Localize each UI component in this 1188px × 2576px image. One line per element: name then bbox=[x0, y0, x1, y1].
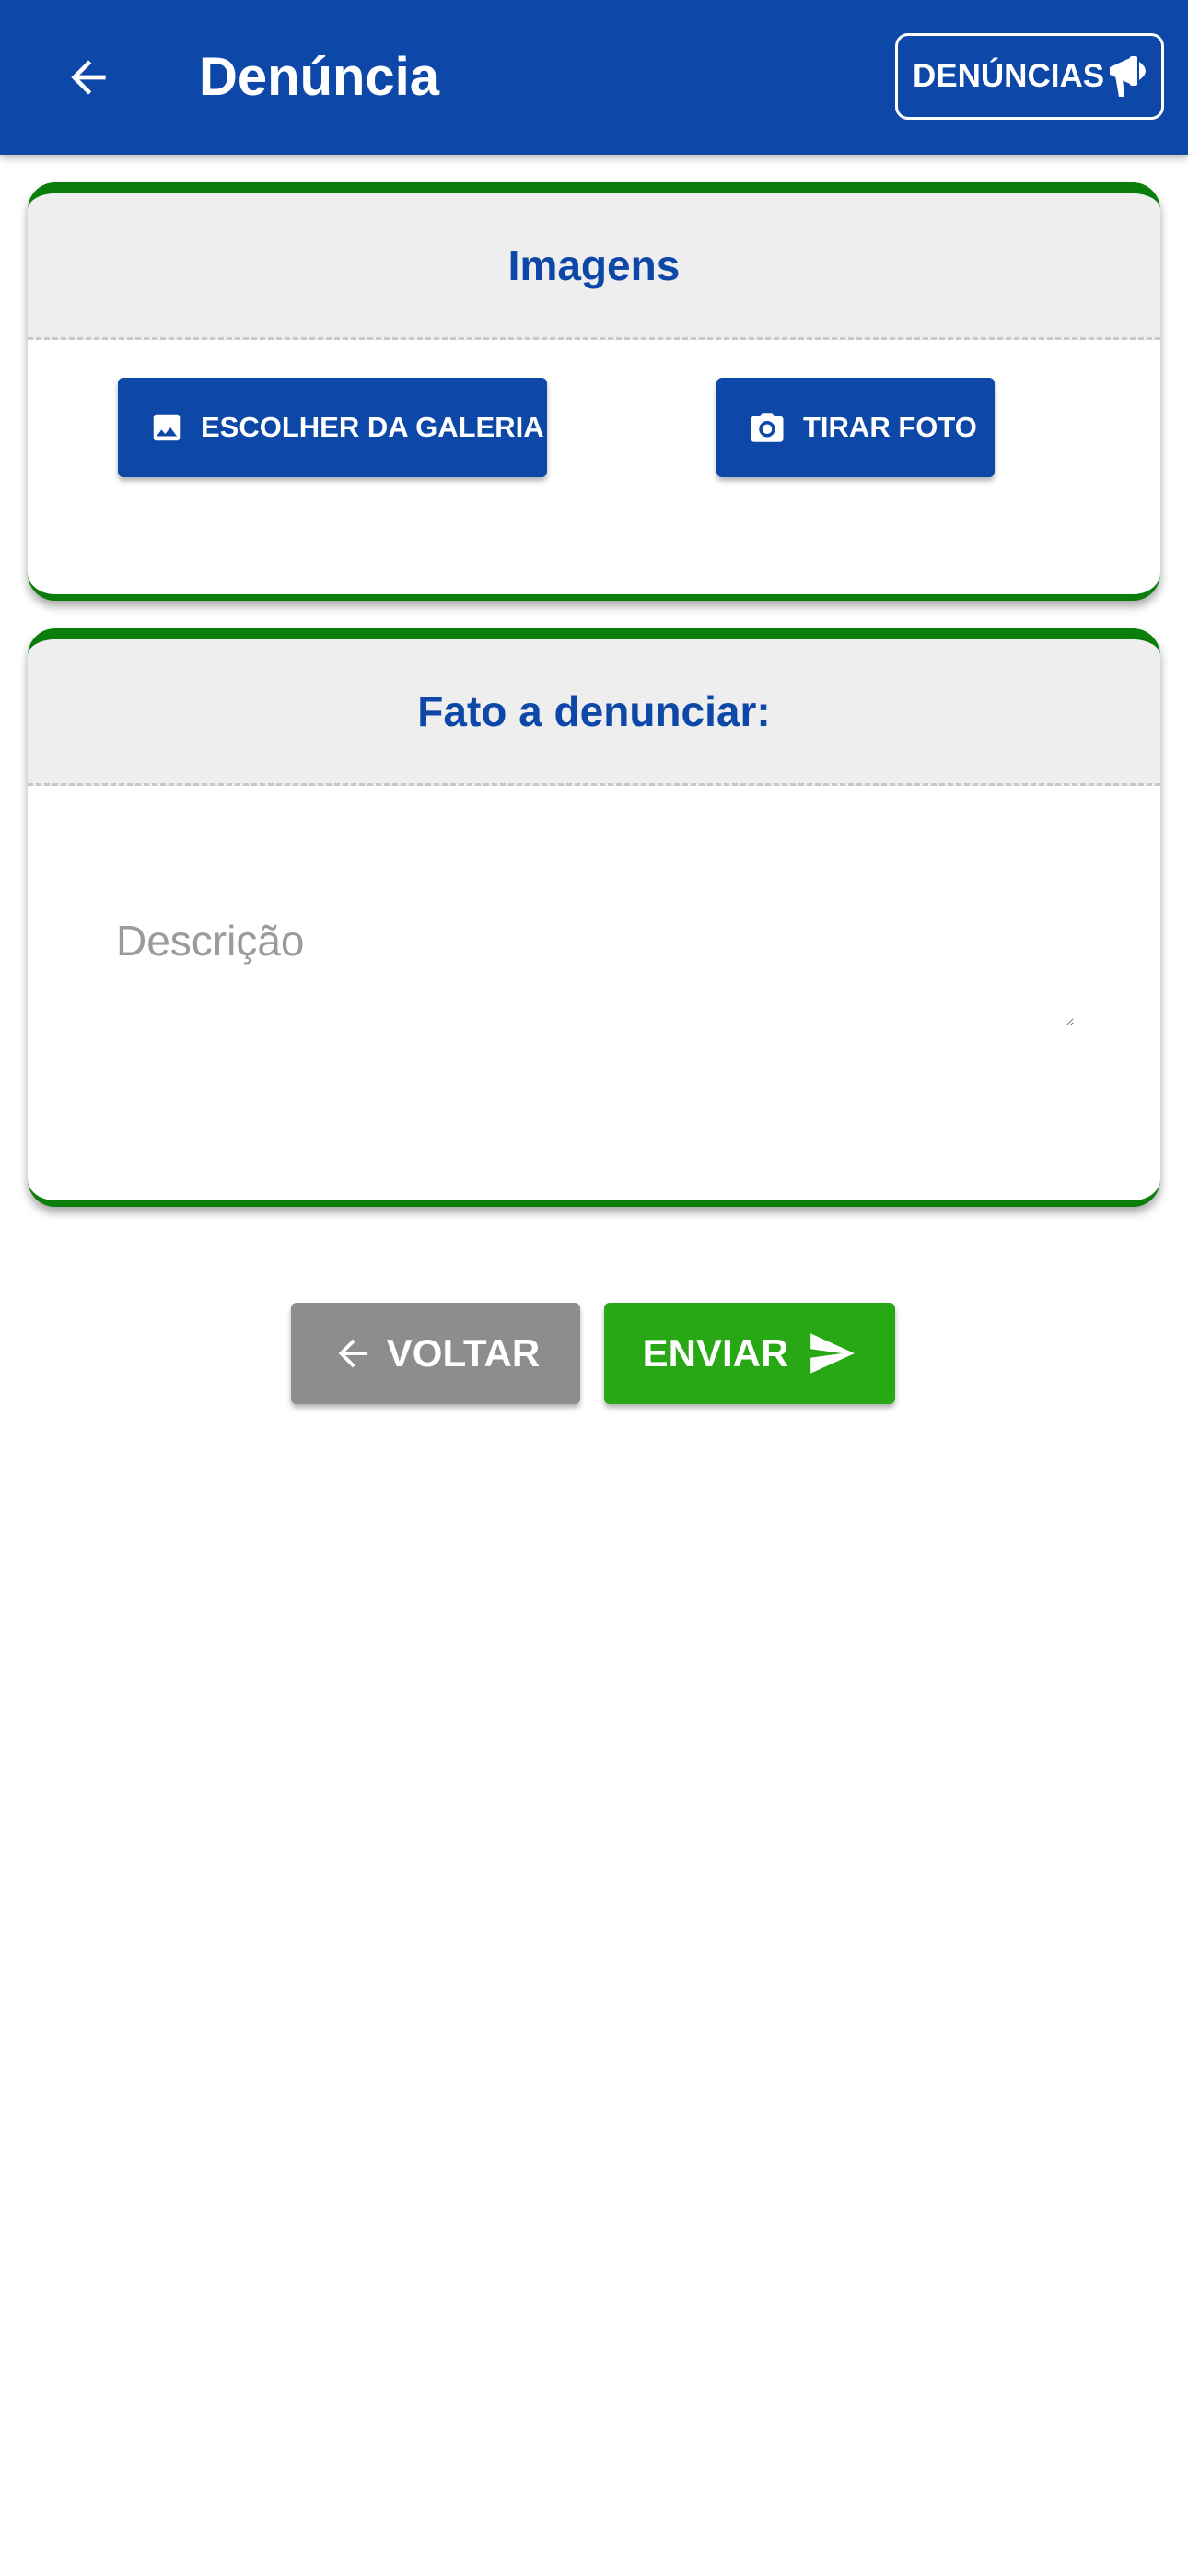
enviar-label: ENVIAR bbox=[642, 1331, 789, 1375]
choose-gallery-button[interactable]: ESCOLHER DA GALERIA bbox=[118, 378, 547, 477]
fato-card-title: Fato a denunciar: bbox=[28, 639, 1160, 786]
back-button[interactable] bbox=[48, 37, 129, 118]
images-card-title: Imagens bbox=[28, 193, 1160, 340]
arrow-back-icon bbox=[71, 60, 106, 95]
description-field[interactable] bbox=[116, 916, 1074, 1026]
choose-gallery-label: ESCOLHER DA GALERIA bbox=[201, 411, 544, 443]
app-toolbar: Denúncia DENÚNCIAS bbox=[0, 0, 1188, 155]
denuncias-button[interactable]: DENÚNCIAS bbox=[895, 33, 1164, 120]
voltar-button[interactable]: VOLTAR bbox=[291, 1303, 580, 1404]
image-icon bbox=[149, 410, 184, 445]
camera-icon bbox=[748, 408, 786, 447]
denuncias-label: DENÚNCIAS bbox=[913, 58, 1105, 94]
images-card: Imagens ESCOLHER DA GALERIA TIRAR FOTO bbox=[28, 182, 1160, 601]
arrow-back-icon bbox=[332, 1332, 374, 1375]
enviar-button[interactable]: ENVIAR bbox=[604, 1303, 895, 1404]
send-icon bbox=[809, 1330, 856, 1376]
voltar-label: VOLTAR bbox=[386, 1331, 541, 1375]
page-title: Denúncia bbox=[199, 47, 440, 107]
fato-card: Fato a denunciar: bbox=[28, 628, 1160, 1207]
app-screen: Denúncia DENÚNCIAS Imagens ESCOLHER DA G bbox=[0, 0, 1188, 2576]
take-photo-label: TIRAR FOTO bbox=[803, 411, 977, 443]
take-photo-button[interactable]: TIRAR FOTO bbox=[716, 378, 995, 477]
megaphone-icon bbox=[1106, 51, 1154, 102]
